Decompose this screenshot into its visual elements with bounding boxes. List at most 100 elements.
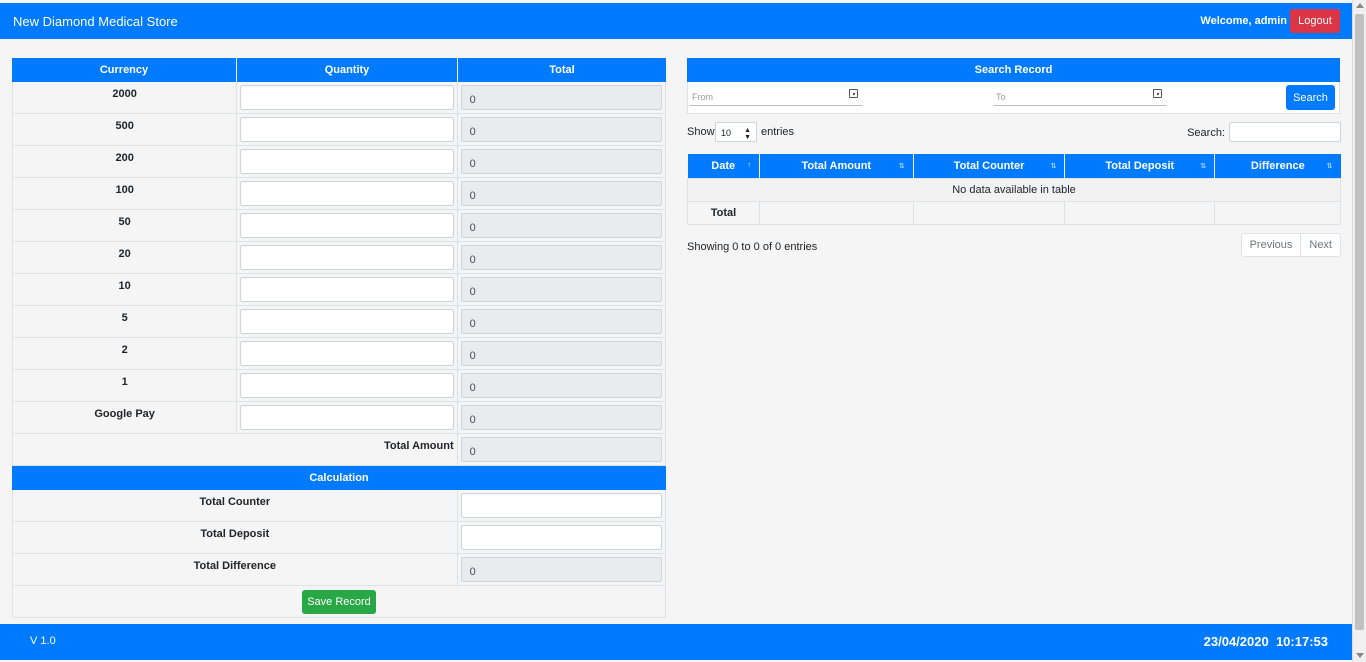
row-total-output: 0 (460, 245, 662, 270)
quantity-input[interactable] (240, 373, 454, 398)
col-difference[interactable]: Difference ⇅ (1214, 154, 1341, 178)
currency-row: 500 0 (12, 114, 666, 146)
from-date-placeholder: From (692, 92, 713, 102)
currency-label: 2 (13, 338, 238, 369)
total-difference-label: Total Difference (13, 554, 458, 585)
from-date-input[interactable]: From (690, 86, 862, 106)
total-deposit-input[interactable] (460, 525, 662, 550)
currency-row: 20 (12, 338, 666, 370)
page-size-select[interactable]: 10 ▲ ▼ (715, 122, 757, 142)
date-text: 23/04/2020 (1203, 634, 1269, 649)
row-total-output: 0 (460, 277, 662, 302)
col-date[interactable]: Date ↑ (687, 154, 760, 178)
table-footer: Showing 0 to 0 of 0 entries Previous Nex… (687, 232, 1341, 269)
datetime-display: 23/04/2020 10:17:53 (1204, 634, 1328, 649)
quantity-input[interactable] (240, 117, 454, 142)
currency-label: 5 (13, 306, 238, 337)
currency-row: 2000 0 (12, 82, 666, 114)
page-size-value: 10 (721, 128, 732, 138)
sort-icon: ⇅ (1200, 163, 1207, 170)
currency-row: 20 0 (12, 242, 666, 274)
quantity-input[interactable] (240, 213, 454, 238)
search-button[interactable]: Search (1286, 85, 1335, 110)
pagination: Previous Next (1240, 232, 1341, 257)
header-quantity: Quantity (237, 58, 458, 82)
currency-label: 50 (13, 210, 238, 241)
currency-label: 500 (13, 114, 238, 145)
scroll-thumb[interactable] (1355, 14, 1364, 630)
brand-title[interactable]: New Diamond Medical Store (13, 14, 178, 29)
header-currency: Currency (12, 58, 237, 82)
quantity-input[interactable] (240, 181, 454, 206)
currency-panel: Currency Quantity Total 2000 0 500 0 200 0 100… (12, 58, 666, 618)
currency-row: 50 0 (12, 210, 666, 242)
currency-row: 50 (12, 306, 666, 338)
calendar-icon[interactable] (1153, 89, 1162, 98)
total-label: Total (687, 200, 760, 225)
logout-button[interactable]: Logout (1290, 9, 1340, 33)
table-search-input[interactable] (1229, 122, 1341, 142)
quantity-input[interactable] (240, 405, 454, 430)
total-counter-label: Total Counter (13, 490, 458, 521)
currency-rows: 2000 0 500 0 200 0 100 0 50 0 20 0 10 0 5 0 2 0 1 0 Google P… (12, 82, 666, 434)
previous-button[interactable]: Previous (1240, 232, 1302, 257)
datatable-controls: Show 10 ▲ ▼ entries Search: (687, 114, 1341, 154)
col-total-deposit[interactable]: Total Deposit ⇅ (1064, 154, 1216, 178)
quantity-input[interactable] (240, 341, 454, 366)
top-navbar: New Diamond Medical Store Welcome, admin… (0, 3, 1352, 39)
quantity-input[interactable] (240, 277, 454, 302)
calendar-icon[interactable] (849, 89, 858, 98)
search-panel: Search Record From To Search Show 10 ▲ ▼ … (687, 58, 1341, 269)
to-date-input[interactable]: To (994, 86, 1166, 106)
table-total-row: Total (687, 200, 1341, 225)
total-difference-output: 0 (460, 557, 662, 582)
row-total-output: 0 (460, 309, 662, 334)
row-total-output: 0 (460, 213, 662, 238)
search-record-header: Search Record (687, 58, 1340, 82)
col-total-counter[interactable]: Total Counter ⇅ (913, 154, 1066, 178)
total-deposit-cell (1064, 200, 1216, 225)
currency-table-header: Currency Quantity Total (12, 58, 666, 82)
page-scrollbar[interactable] (1352, 0, 1366, 662)
currency-label: Google Pay (13, 402, 238, 433)
select-arrows-icon: ▲ ▼ (744, 127, 751, 141)
show-label: Show (687, 126, 715, 138)
calculation-header: Calculation (12, 466, 666, 490)
quantity-input[interactable] (240, 309, 454, 334)
sort-icon: ⇅ (898, 163, 905, 170)
scroll-down-icon[interactable] (1356, 653, 1364, 658)
difference-cell (1214, 200, 1341, 225)
welcome-text: Welcome, admin (1200, 15, 1287, 27)
currency-row: 10 (12, 370, 666, 402)
version-label: V 1.0 (30, 635, 56, 647)
currency-row: 100 0 (12, 178, 666, 210)
records-table: Date ↑ Total Amount ⇅ Total Counter ⇅ Total… (687, 154, 1341, 225)
entries-label: entries (761, 126, 795, 138)
currency-label: 1 (13, 370, 238, 401)
currency-row: 10 0 (12, 274, 666, 306)
quantity-input[interactable] (240, 149, 454, 174)
row-total-output: 0 (460, 341, 662, 366)
currency-label: 10 (13, 274, 238, 305)
next-button[interactable]: Next (1301, 232, 1341, 257)
total-deposit-label: Total Deposit (13, 522, 458, 553)
currency-label: 100 (13, 178, 238, 209)
total-counter-input[interactable] (460, 493, 662, 518)
currency-row: 200 0 (12, 146, 666, 178)
table-row: No data available in table (687, 177, 1341, 202)
total-difference-row: Total Difference 0 (12, 554, 666, 586)
sort-icon: ⇅ (1326, 163, 1333, 170)
row-total-output: 0 (460, 85, 662, 110)
total-counter-row: Total Counter (12, 490, 666, 522)
table-info: Showing 0 to 0 of 0 entries (687, 240, 818, 253)
quantity-input[interactable] (240, 85, 454, 110)
col-total-amount[interactable]: Total Amount ⇅ (759, 154, 914, 178)
save-record-button[interactable]: Save Record (302, 589, 376, 614)
scroll-up-icon[interactable] (1356, 3, 1364, 8)
currency-label: 20 (13, 242, 238, 273)
quantity-input[interactable] (240, 245, 454, 270)
row-total-output: 0 (460, 149, 662, 174)
footer-bar: V 1.0 23/04/2020 10:17:53 (0, 624, 1352, 660)
to-date-placeholder: To (996, 92, 1006, 102)
row-total-output: 0 (460, 405, 662, 430)
